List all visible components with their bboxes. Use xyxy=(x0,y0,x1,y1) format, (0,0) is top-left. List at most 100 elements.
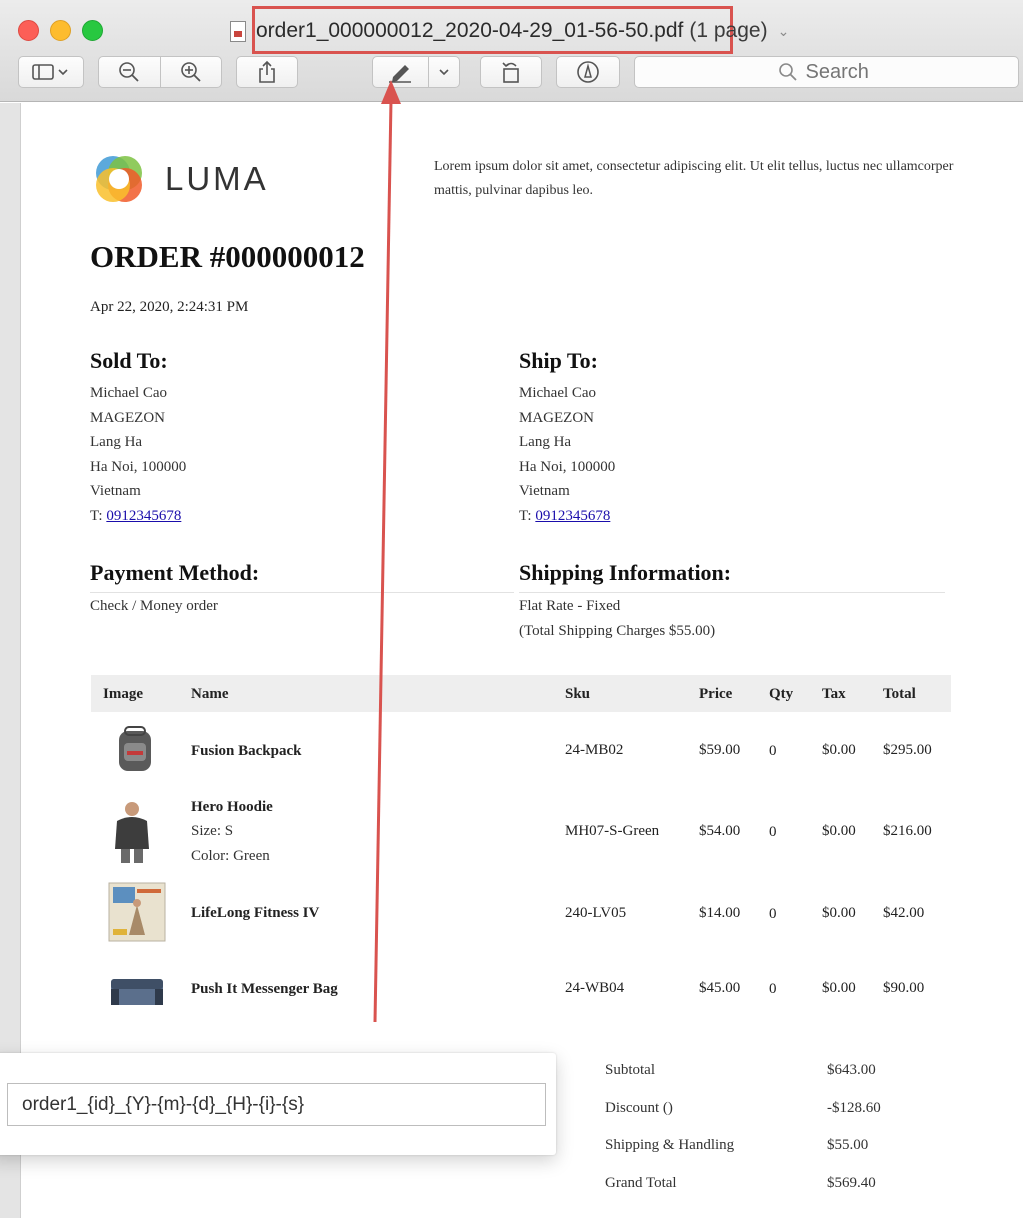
luma-logo-icon xyxy=(96,156,142,202)
messenger-bag-thumbnail xyxy=(111,979,163,1005)
product-sku: 24-MB02 xyxy=(565,742,624,758)
markup-menu-button[interactable] xyxy=(429,67,459,77)
product-sku: 24-WB04 xyxy=(565,980,625,996)
document-title[interactable]: order1_000000012_2020-04-29_01-56-50.pdf… xyxy=(230,14,789,48)
zoom-out-button[interactable] xyxy=(99,61,160,83)
backpack-thumbnail xyxy=(119,726,151,771)
pdf-page: LUMA Lorem ipsum dolor sit amet, consect… xyxy=(20,103,1023,1218)
store-logo: LUMA xyxy=(91,151,269,207)
grand-total-value: $569.40 xyxy=(827,1175,876,1191)
sold-to-phone-line: T: 0912345678 xyxy=(90,504,470,529)
product-price: $54.00 xyxy=(699,823,741,839)
preview-window: order1_000000012_2020-04-29_01-56-50.pdf… xyxy=(0,0,1023,1218)
markup-controls xyxy=(372,56,460,88)
filename-pattern-input[interactable] xyxy=(7,1083,546,1126)
discount-label: Discount () xyxy=(605,1100,673,1116)
pdf-file-icon xyxy=(230,20,246,42)
minimize-window-button[interactable] xyxy=(50,20,71,41)
ship-to-street: Lang Ha xyxy=(519,434,572,450)
sidebar-toggle-button[interactable] xyxy=(18,56,84,88)
product-qty: 0 xyxy=(769,824,777,840)
discount-value: -$128.60 xyxy=(827,1100,881,1116)
ship-to-heading: Ship To: xyxy=(519,348,598,373)
markup-pen-button[interactable] xyxy=(373,61,428,83)
chevron-down-icon[interactable]: ⌄ xyxy=(778,23,790,40)
ship-to-name: Michael Cao xyxy=(519,385,597,401)
sidebar-icon xyxy=(32,64,68,80)
zoom-window-button[interactable] xyxy=(82,20,103,41)
order-date: Apr 22, 2020, 2:24:31 PM xyxy=(90,299,249,315)
zoom-controls xyxy=(98,56,222,88)
ship-to-country: Vietnam xyxy=(519,483,570,499)
phone-prefix: T: xyxy=(90,507,103,524)
product-total: $90.00 xyxy=(883,980,925,996)
share-button[interactable] xyxy=(236,56,298,88)
sold-to-company: MAGEZON xyxy=(90,409,165,426)
product-qty: 0 xyxy=(769,981,777,997)
order-title: ORDER #000000012 xyxy=(90,239,365,274)
grand-total-label: Grand Total xyxy=(605,1175,677,1191)
share-icon xyxy=(259,60,275,83)
store-header-note: Lorem ipsum dolor sit amet, consectetur … xyxy=(434,159,954,198)
sold-to-street: Lang Ha xyxy=(90,434,143,450)
col-header-tax: Tax xyxy=(822,686,846,702)
subtotal-label: Subtotal xyxy=(605,1062,656,1078)
product-tax: $0.00 xyxy=(822,980,856,996)
zoom-in-button[interactable] xyxy=(160,61,221,83)
product-tax: $0.00 xyxy=(822,905,856,921)
title-bar: order1_000000012_2020-04-29_01-56-50.pdf… xyxy=(0,0,1023,102)
shipping-information-heading: Shipping Information: xyxy=(519,560,732,585)
search-icon xyxy=(778,63,797,81)
col-header-image: Image xyxy=(103,686,143,702)
phone-prefix: T: xyxy=(519,507,532,524)
pen-icon xyxy=(389,65,412,83)
product-tax: $0.00 xyxy=(822,742,856,758)
dvd-cover-thumbnail xyxy=(108,882,166,942)
product-option: Color: Green xyxy=(191,848,270,864)
product-sku: MH07-S-Green xyxy=(565,823,660,839)
search-input[interactable] xyxy=(805,60,876,84)
ship-to-company: MAGEZON xyxy=(519,409,594,426)
product-price: $14.00 xyxy=(699,905,741,921)
product-name: LifeLong Fitness IV xyxy=(191,905,320,921)
document-filename: order1_000000012_2020-04-29_01-56-50.pdf xyxy=(256,19,684,42)
product-price: $59.00 xyxy=(699,742,741,758)
shipping-method-value: Flat Rate - Fixed xyxy=(519,598,621,614)
shipping-value: $55.00 xyxy=(827,1137,869,1153)
ship-to-phone-link[interactable]: 0912345678 xyxy=(535,508,610,524)
product-name: Push It Messenger Bag xyxy=(191,981,338,997)
product-price: $45.00 xyxy=(699,980,741,996)
logo-text: LUMA xyxy=(165,160,269,197)
product-tax: $0.00 xyxy=(822,823,856,839)
product-option: Size: S xyxy=(191,823,234,839)
rotate-button[interactable] xyxy=(480,56,542,88)
product-sku: 240-LV05 xyxy=(565,905,627,921)
sold-to-block: Sold To: Michael Cao MAGEZON Lang Ha Ha … xyxy=(90,347,470,528)
ship-to-city: Ha Noi, 100000 xyxy=(519,458,616,475)
ship-to-block: Ship To: Michael Cao MAGEZON Lang Ha Ha … xyxy=(519,347,899,528)
product-qty: 0 xyxy=(769,906,777,922)
col-header-name: Name xyxy=(191,686,229,702)
markup-toolbar-button[interactable] xyxy=(556,56,620,88)
divider xyxy=(519,592,945,593)
zoom-in-icon xyxy=(180,62,201,82)
sold-to-city: Ha Noi, 100000 xyxy=(90,458,187,475)
hoodie-thumbnail xyxy=(115,802,149,863)
col-header-sku: Sku xyxy=(565,686,591,702)
sold-to-country: Vietnam xyxy=(90,483,141,499)
product-total: $42.00 xyxy=(883,905,925,921)
ship-to-phone-line: T: 0912345678 xyxy=(519,504,899,529)
sold-to-name: Michael Cao xyxy=(90,385,168,401)
shipping-charges-value: (Total Shipping Charges $55.00) xyxy=(519,623,716,639)
product-qty: 0 xyxy=(769,743,777,759)
product-name: Hero Hoodie xyxy=(191,799,273,815)
sold-to-phone-link[interactable]: 0912345678 xyxy=(106,508,181,524)
close-window-button[interactable] xyxy=(18,20,39,41)
search-field[interactable] xyxy=(634,56,1019,88)
markup-icon xyxy=(577,61,599,83)
sold-to-heading: Sold To: xyxy=(90,348,168,373)
rotate-icon xyxy=(502,62,519,83)
chevron-down-icon xyxy=(439,69,449,76)
payment-method-value: Check / Money order xyxy=(90,598,218,614)
product-total: $216.00 xyxy=(883,823,932,839)
